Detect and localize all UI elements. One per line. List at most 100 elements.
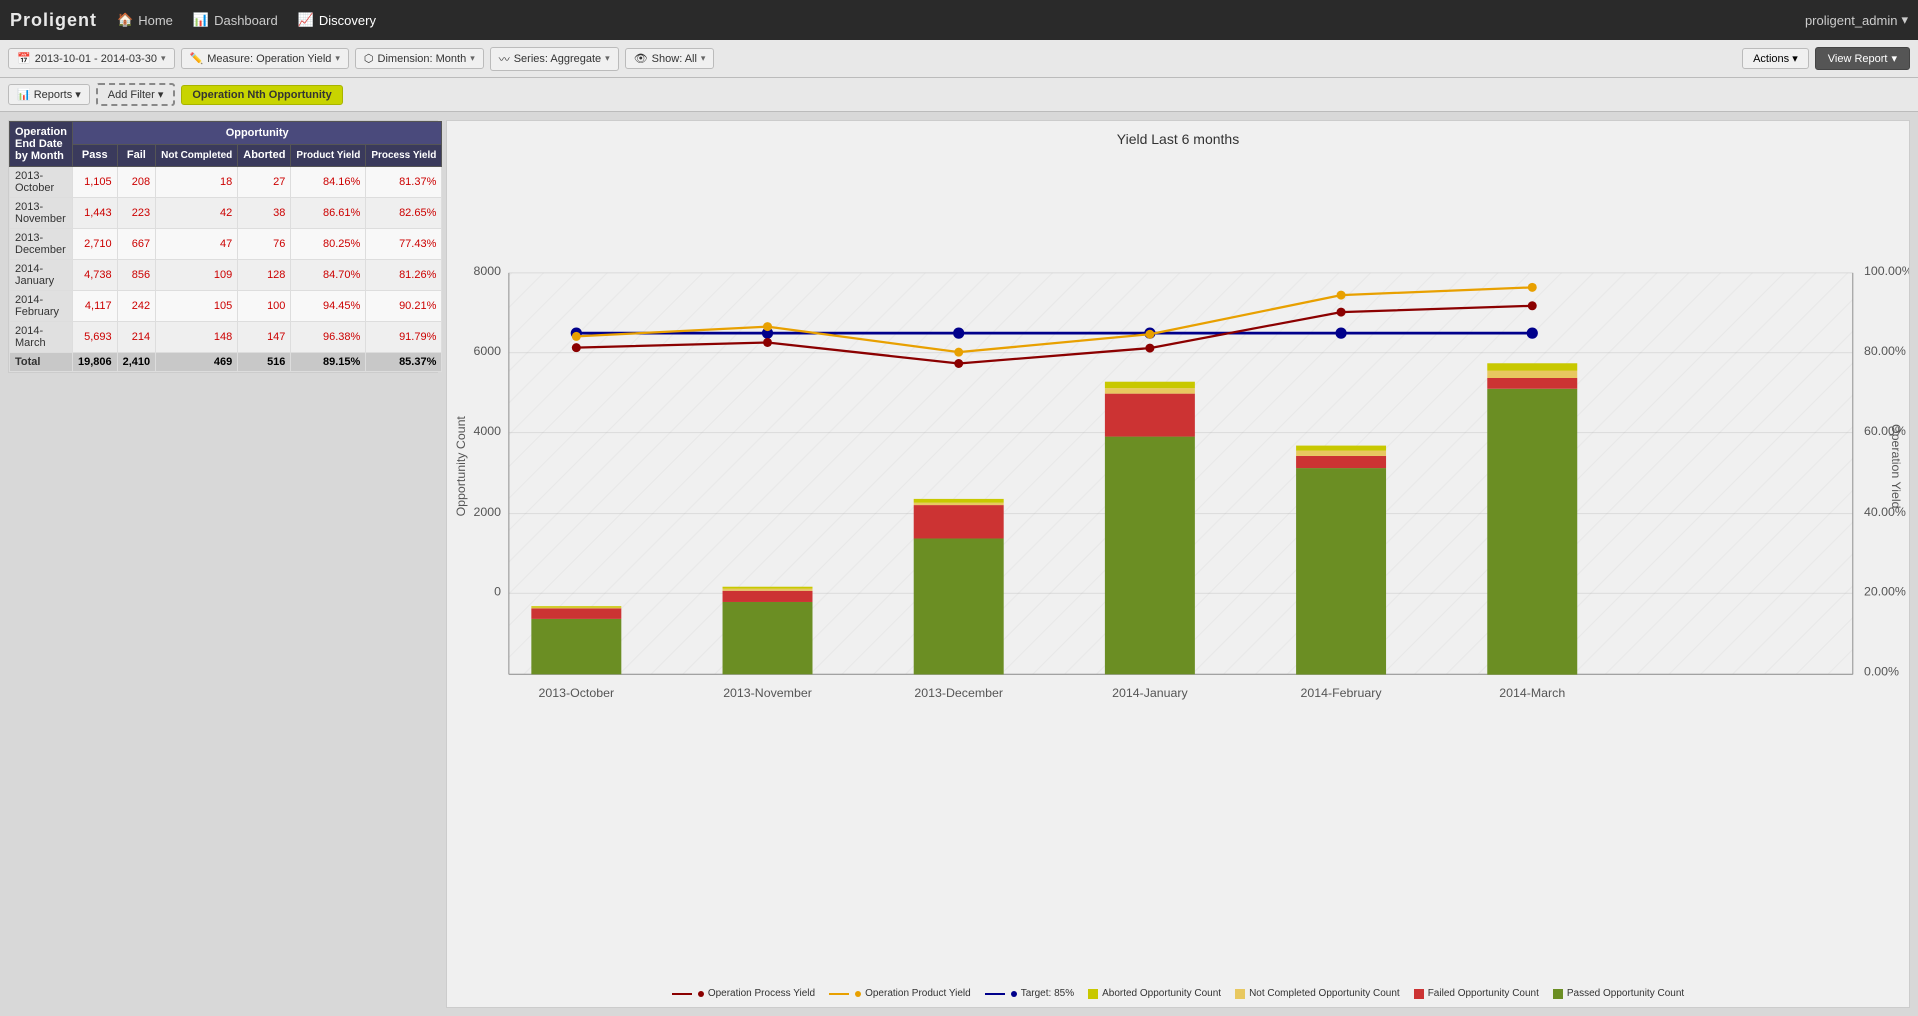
chevron-down-icon: ▾ xyxy=(605,53,610,64)
bar-dec-fail xyxy=(914,505,1004,538)
chevron-down-icon: ▾ xyxy=(470,53,475,64)
row-label: 2014-January xyxy=(10,260,73,291)
legend-dot-process xyxy=(698,991,704,997)
total-prod-yield: 89.15% xyxy=(291,353,366,372)
opportunity-table: Operation End Date by Month Opportunity … xyxy=(9,121,442,372)
total-label: Total xyxy=(10,353,73,372)
row-pass: 2,710 xyxy=(72,229,117,260)
total-aborted: 516 xyxy=(238,353,291,372)
bar-nov-notcomp xyxy=(723,589,813,591)
legend-line-product xyxy=(829,993,849,995)
row-label: 2014-February xyxy=(10,291,73,322)
nav-dashboard[interactable]: 📊 Dashboard xyxy=(193,12,278,28)
bar-dec-aborted xyxy=(914,499,1004,503)
svg-text:Opportunity Count: Opportunity Count xyxy=(454,416,468,517)
nav-discovery[interactable]: 📈 Discovery xyxy=(298,12,376,28)
x-label-dec: 2013-December xyxy=(914,686,1003,700)
brand-logo: Proligent xyxy=(10,10,97,31)
x-label-mar: 2014-March xyxy=(1499,686,1565,700)
legend-line-process xyxy=(672,993,692,995)
table-header-fail: Fail xyxy=(117,144,156,167)
view-report-button[interactable]: View Report ▾ xyxy=(1815,47,1910,70)
x-label-oct: 2013-October xyxy=(539,686,615,700)
nav-home[interactable]: 🏠 Home xyxy=(117,12,173,28)
svg-text:6000: 6000 xyxy=(473,344,501,358)
bar-feb-aborted xyxy=(1296,446,1386,451)
legend-label-failed: Failed Opportunity Count xyxy=(1428,988,1539,999)
actions-button[interactable]: Actions ▾ xyxy=(1742,48,1809,69)
table-row: 2014-January 4,738 856 109 128 84.70% 81… xyxy=(10,260,442,291)
table-header-prodvyield: Product Yield xyxy=(291,144,366,167)
row-label: 2014-March xyxy=(10,322,73,353)
svg-text:2000: 2000 xyxy=(473,505,501,519)
main-toolbar: 📅 2013-10-01 - 2014-03-30 ▾ ✏️ Measure: … xyxy=(0,40,1918,78)
series-selector[interactable]: 〰 Series: Aggregate ▾ xyxy=(490,47,619,71)
chevron-down-icon: ▾ xyxy=(1792,53,1798,65)
data-table-container: Operation End Date by Month Opportunity … xyxy=(8,120,438,373)
show-selector[interactable]: 👁 Show: All ▾ xyxy=(625,48,715,69)
reports-button[interactable]: 📊 Reports ▾ xyxy=(8,84,90,105)
row-notcomp: 105 xyxy=(156,291,238,322)
row-proc-yield: 91.79% xyxy=(366,322,442,353)
row-label: 2013-December xyxy=(10,229,73,260)
proc-dot-2 xyxy=(763,338,772,347)
legend-failed: Failed Opportunity Count xyxy=(1414,988,1539,999)
bar-oct-notcomp xyxy=(531,608,621,609)
chevron-down-icon: ▾ xyxy=(161,53,166,64)
row-pass: 1,105 xyxy=(72,167,117,198)
top-navigation: Proligent 🏠 Home 📊 Dashboard 📈 Discovery… xyxy=(0,0,1918,40)
row-aborted: 128 xyxy=(238,260,291,291)
target-dot-5 xyxy=(1335,328,1346,339)
prod-dot-5 xyxy=(1337,291,1346,300)
prod-dot-6 xyxy=(1528,283,1537,292)
svg-text:0: 0 xyxy=(494,585,501,599)
chevron-down-icon: ▾ xyxy=(701,53,706,64)
row-label: 2013-October xyxy=(10,167,73,198)
chart-legend: Operation Process Yield Operation Produc… xyxy=(662,980,1694,1007)
measure-selector[interactable]: ✏️ Measure: Operation Yield ▾ xyxy=(181,48,349,69)
bar-mar-fail xyxy=(1487,378,1577,389)
bar-dec-notcomp xyxy=(914,503,1004,505)
legend-product-yield: Operation Product Yield xyxy=(829,988,971,999)
svg-text:100.00%: 100.00% xyxy=(1864,264,1909,278)
prod-dot-4 xyxy=(1145,330,1154,339)
legend-label-product: Operation Product Yield xyxy=(865,988,971,999)
proc-dot-3 xyxy=(954,359,963,368)
svg-text:0.00%: 0.00% xyxy=(1864,664,1899,678)
row-fail: 242 xyxy=(117,291,156,322)
table-header-date: Operation End Date by Month xyxy=(10,122,73,167)
legend-label-aborted: Aborted Opportunity Count xyxy=(1102,988,1221,999)
legend-square-failed xyxy=(1414,989,1424,999)
main-content: Operation End Date by Month Opportunity … xyxy=(0,112,1918,1016)
row-prod-yield: 80.25% xyxy=(291,229,366,260)
table-header-pass: Pass xyxy=(72,144,117,167)
home-icon: 🏠 xyxy=(117,12,133,28)
table-header-opportunity: Opportunity xyxy=(72,122,441,145)
legend-notcomp: Not Completed Opportunity Count xyxy=(1235,988,1400,999)
row-aborted: 38 xyxy=(238,198,291,229)
x-label-feb: 2014-February xyxy=(1301,686,1383,700)
row-fail: 208 xyxy=(117,167,156,198)
row-notcomp: 42 xyxy=(156,198,238,229)
total-proc-yield: 85.37% xyxy=(366,353,442,372)
row-proc-yield: 77.43% xyxy=(366,229,442,260)
x-label-jan: 2014-January xyxy=(1112,686,1188,700)
row-fail: 223 xyxy=(117,198,156,229)
row-prod-yield: 96.38% xyxy=(291,322,366,353)
add-filter-button[interactable]: Add Filter ▾ xyxy=(96,83,176,106)
legend-target: Target: 85% xyxy=(985,988,1074,999)
svg-text:Operation Yield: Operation Yield xyxy=(1889,424,1903,509)
proc-dot-1 xyxy=(572,343,581,352)
dimension-selector[interactable]: ⬡ Dimension: Month ▾ xyxy=(355,48,484,69)
bar-nov-aborted xyxy=(723,587,813,589)
x-label-nov: 2013-November xyxy=(723,686,812,700)
filter-tag-operation-nth[interactable]: Operation Nth Opportunity xyxy=(181,85,342,105)
row-aborted: 27 xyxy=(238,167,291,198)
table-row: 2014-February 4,117 242 105 100 94.45% 9… xyxy=(10,291,442,322)
date-range-picker[interactable]: 📅 2013-10-01 - 2014-03-30 ▾ xyxy=(8,48,175,69)
svg-text:4000: 4000 xyxy=(473,424,501,438)
user-menu[interactable]: proligent_admin ▾ xyxy=(1805,12,1908,28)
bar-mar-aborted xyxy=(1487,363,1577,370)
row-pass: 4,738 xyxy=(72,260,117,291)
dimension-icon: ⬡ xyxy=(364,52,374,65)
